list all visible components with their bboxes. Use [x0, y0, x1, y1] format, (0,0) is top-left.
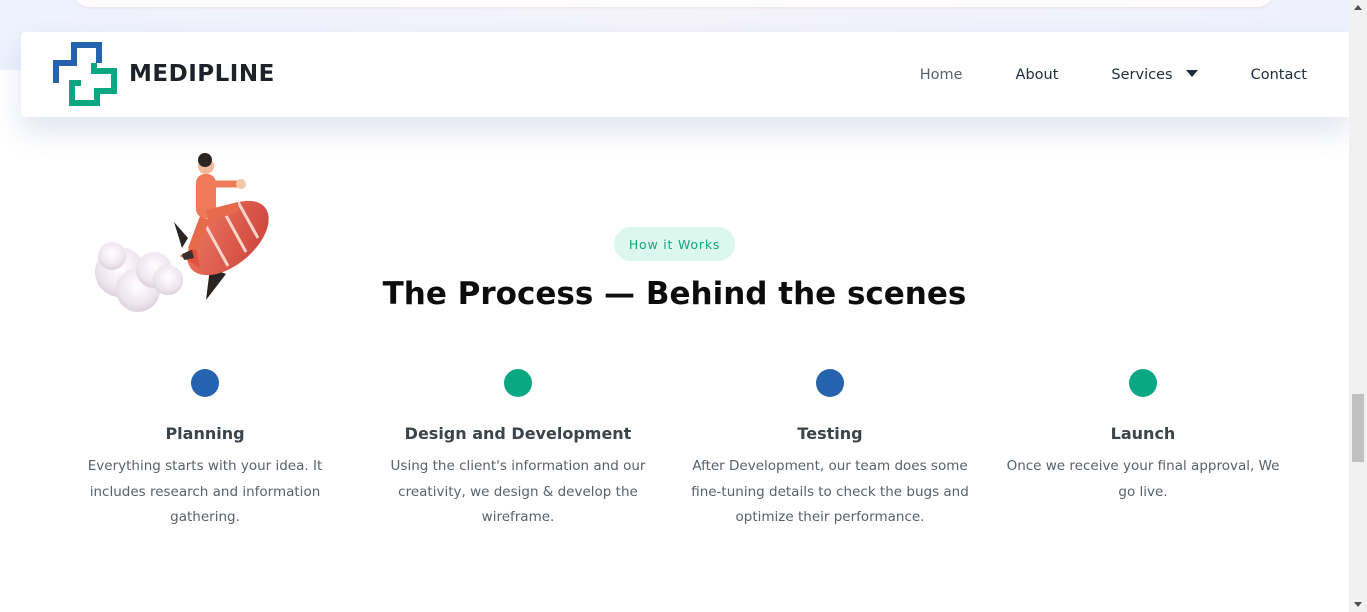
nav-services-label: Services [1111, 66, 1173, 83]
step-dot-icon [1129, 369, 1157, 397]
scroll-thumb[interactable] [1352, 394, 1364, 462]
step-title: Planning [165, 424, 245, 443]
top-banner-edge [72, 0, 1275, 7]
step-description: Using the client's information and our c… [390, 458, 646, 525]
step-dot-icon [816, 369, 844, 397]
navbar: MEDIPLINE Home About Services Contact [21, 32, 1349, 117]
logo[interactable]: MEDIPLINE [53, 42, 275, 106]
step-planning: Planning Everything starts with your ide… [55, 369, 355, 531]
medical-cross-logo-icon [53, 42, 117, 106]
caret-down-icon [1185, 70, 1198, 77]
step-description: Once we receive your final approval, We … [1006, 458, 1280, 500]
section-title: The Process — Behind the scenes [382, 276, 967, 312]
step-testing: Testing After Development, our team does… [680, 369, 980, 531]
scroll-up-arrow-icon[interactable] [1354, 5, 1362, 10]
step-dot-icon [191, 369, 219, 397]
section-badge: How it Works [614, 227, 735, 261]
nav-home[interactable]: Home [920, 67, 963, 83]
nav-contact[interactable]: Contact [1251, 67, 1307, 83]
step-title: Design and Development [404, 424, 632, 443]
brand-name: MEDIPLINE [129, 61, 275, 87]
page-scrollbar[interactable] [1349, 0, 1367, 612]
main-nav: Home About Services Contact [920, 32, 1349, 117]
scroll-down-arrow-icon[interactable] [1354, 602, 1362, 607]
step-description: After Development, our team does some fi… [691, 458, 969, 525]
step-description: Everything starts with your idea. It inc… [87, 458, 323, 525]
nav-about[interactable]: About [1016, 67, 1059, 83]
step-dot-icon [504, 369, 532, 397]
step-title: Launch [1110, 424, 1176, 443]
step-design-development: Design and Development Using the client'… [368, 369, 668, 531]
step-launch: Launch Once we receive your final approv… [993, 369, 1293, 505]
step-title: Testing [797, 424, 863, 443]
nav-services[interactable]: Services [1111, 66, 1198, 83]
